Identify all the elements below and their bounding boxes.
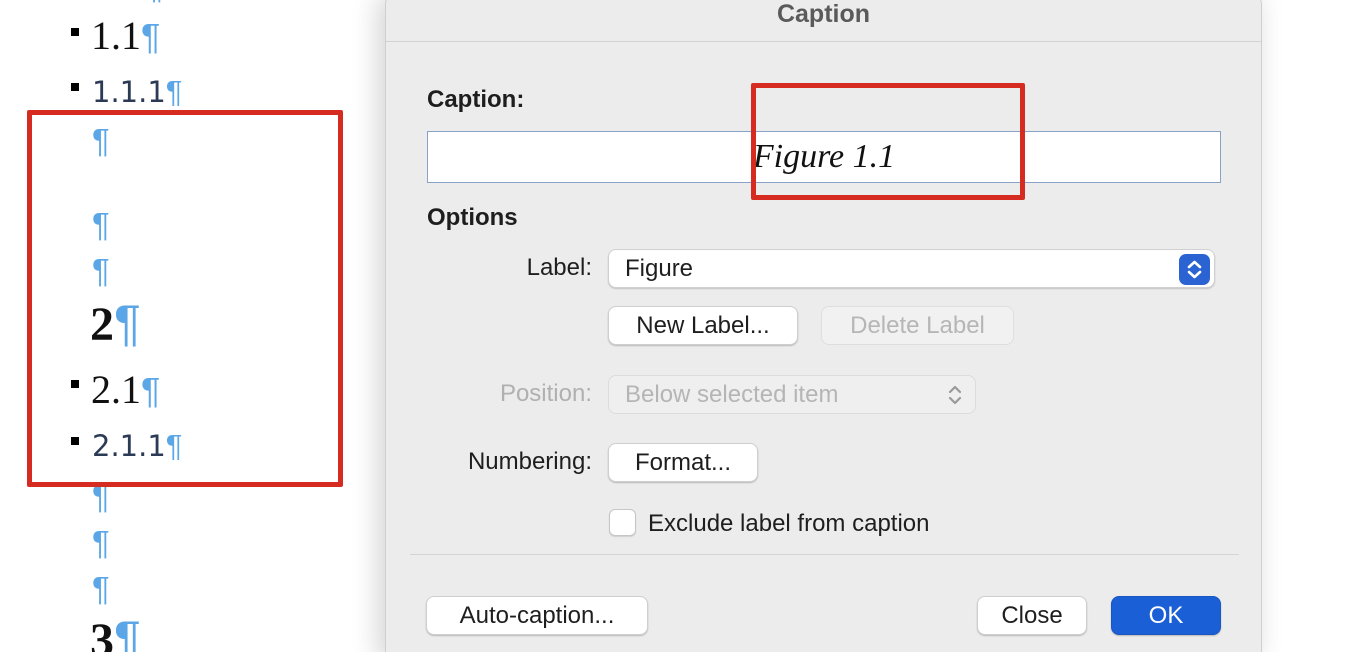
- dialog-title: Caption: [776, 0, 871, 28]
- chevron-updown-icon: [945, 381, 965, 409]
- exclude-label-text[interactable]: Exclude label from caption: [648, 510, 929, 538]
- numbering-field-label: Numbering:: [467, 448, 592, 475]
- annotation-highlight-box: [751, 83, 1025, 200]
- document-page[interactable]: ¶ 1.1¶ 1.1.1¶ ¶ ¶ ¶ 2¶ 2.1¶ 2.1.1¶ ¶ ¶ ¶…: [0, 0, 385, 652]
- label-select-value: Figure: [625, 255, 694, 282]
- format-button[interactable]: Format...: [608, 443, 758, 482]
- heading-line[interactable]: 3¶: [90, 614, 141, 652]
- pilcrow-mark: ¶: [165, 74, 183, 109]
- pilcrow-mark: ¶: [92, 524, 110, 561]
- new-label-button[interactable]: New Label...: [608, 306, 798, 345]
- chevron-updown-icon: [1179, 254, 1210, 285]
- caption-field-label: Caption:: [427, 86, 525, 113]
- list-bullet: [71, 28, 79, 36]
- heading-number: 1.1: [91, 13, 141, 58]
- auto-caption-button[interactable]: Auto-caption...: [426, 596, 648, 635]
- position-field-label: Position:: [499, 380, 592, 407]
- heading-number: 1.1.1: [92, 75, 166, 109]
- annotation-highlight-box: [27, 110, 343, 487]
- close-button[interactable]: Close: [977, 596, 1087, 635]
- pilcrow-mark: ¶: [92, 570, 110, 607]
- heading-line[interactable]: 1.1.1¶: [92, 76, 182, 107]
- heading-line[interactable]: 1.1¶: [91, 16, 160, 56]
- dialog-separator: [410, 554, 1239, 555]
- exclude-label-checkbox[interactable]: [609, 509, 636, 536]
- delete-label-button[interactable]: Delete Label: [821, 306, 1014, 345]
- heading-number: 3: [90, 614, 114, 652]
- list-bullet: [71, 83, 79, 91]
- position-select-value: Below selected item: [625, 381, 839, 408]
- label-field-label: Label:: [526, 254, 592, 281]
- label-select[interactable]: Figure: [608, 249, 1215, 288]
- ok-button[interactable]: OK: [1111, 596, 1221, 635]
- dialog-titlebar[interactable]: Caption: [386, 0, 1261, 42]
- pilcrow-mark: ¶: [146, 0, 164, 3]
- options-heading: Options: [427, 204, 518, 231]
- position-select[interactable]: Below selected item: [608, 375, 976, 414]
- pilcrow-mark: ¶: [114, 611, 141, 652]
- pilcrow-mark: ¶: [141, 16, 161, 57]
